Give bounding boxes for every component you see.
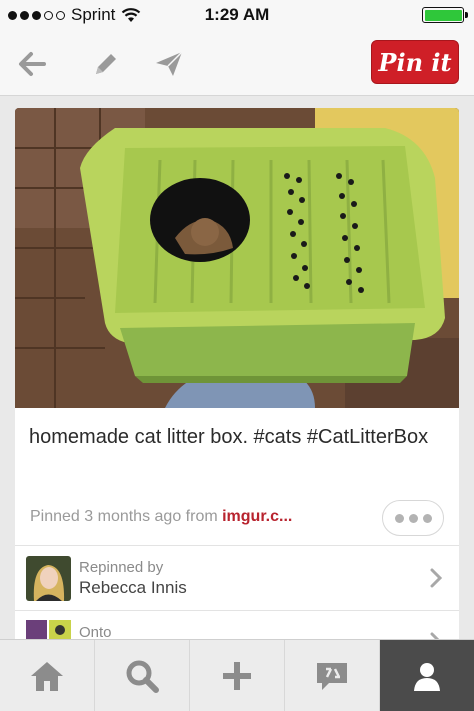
pin-image[interactable] [15, 108, 459, 408]
navigation-bar: Pin it [0, 30, 474, 96]
tab-search[interactable] [95, 640, 190, 711]
tab-home[interactable] [0, 640, 95, 711]
pinned-info: Pinned 3 months ago from imgur.c... [30, 508, 292, 526]
search-icon [126, 660, 159, 693]
pin-description: homemade cat litter box. #cats #CatLitte… [29, 426, 429, 448]
battery-icon [422, 7, 468, 23]
pencil-icon[interactable] [90, 48, 122, 80]
tab-profile[interactable] [380, 640, 474, 711]
pin-it-button[interactable]: Pin it [371, 40, 459, 84]
tab-bar [0, 639, 474, 711]
home-icon [31, 662, 63, 691]
clock: 1:29 AM [204, 5, 270, 24]
repinned-by-row[interactable]: Repinned by Rebecca Innis [15, 546, 459, 610]
source-link[interactable]: imgur.c... [222, 508, 292, 525]
repinned-by-label: Repinned by [79, 559, 164, 576]
status-bar: Sprint 1:29 AM [0, 0, 474, 30]
chevron-right-icon [430, 568, 443, 588]
tab-add[interactable] [190, 640, 285, 711]
battery-level [424, 9, 462, 21]
pinned-time: Pinned 3 months ago from [30, 508, 223, 525]
board-thumbnail [26, 620, 71, 640]
ellipsis-icon [394, 513, 404, 523]
paper-plane-icon[interactable] [153, 48, 185, 80]
avatar [26, 556, 71, 601]
repinner-name[interactable]: Rebecca Innis [79, 578, 187, 598]
tab-news[interactable] [285, 640, 380, 711]
more-options-button[interactable] [382, 500, 444, 536]
back-arrow-icon[interactable] [16, 48, 48, 80]
profile-icon [414, 663, 440, 691]
plus-icon [223, 662, 251, 690]
pin-card: homemade cat litter box. #cats #CatLitte… [15, 108, 459, 648]
news-icon [317, 663, 347, 690]
